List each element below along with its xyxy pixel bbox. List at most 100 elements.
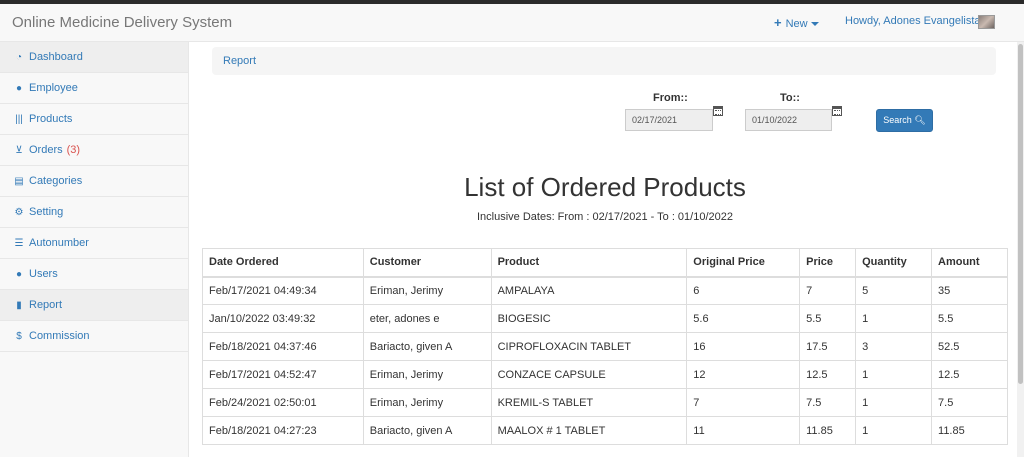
sidebar-item-label: Orders xyxy=(29,144,63,156)
table-row: Feb/18/2021 04:27:23 Bariacto, given A M… xyxy=(202,416,1008,445)
cell-customer: Eriman, Jerimy xyxy=(362,388,492,417)
col-price[interactable]: Price xyxy=(799,248,857,278)
search-button-label: Search xyxy=(883,115,912,125)
cell-product: KREMIL-S TABLET xyxy=(490,388,688,417)
cell-date: Feb/18/2021 04:37:46 xyxy=(202,332,364,361)
cell-amount: 35 xyxy=(931,276,1008,305)
cell-price: 12.5 xyxy=(799,360,857,389)
user-icon: ● xyxy=(15,268,23,280)
from-label: From:: xyxy=(653,92,688,104)
cell-price: 11.85 xyxy=(799,416,857,445)
cell-customer: Bariacto, given A xyxy=(362,332,492,361)
col-date-ordered[interactable]: Date Ordered xyxy=(202,248,364,278)
report-title: List of Ordered Products xyxy=(464,172,746,202)
cell-product: AMPALAYA xyxy=(490,276,688,305)
sidebar-item-users[interactable]: ● Users xyxy=(0,259,188,290)
cell-original-price: 11 xyxy=(686,416,801,445)
cell-date: Feb/24/2021 02:50:01 xyxy=(202,388,364,417)
report-subtitle: Inclusive Dates: From : 02/17/2021 - To … xyxy=(476,211,733,223)
cell-date: Feb/17/2021 04:49:34 xyxy=(202,276,364,305)
sidebar-item-label: Report xyxy=(29,299,63,311)
table-header-row: Date Ordered Customer Product Original P… xyxy=(202,248,1008,278)
sidebar: ◔ Dashboard ● Employee ||| Products ⊻ Orders… xyxy=(0,42,189,457)
sidebar-item-report[interactable]: ▮ Report xyxy=(0,290,188,321)
from-date-input[interactable]: 02/17/2021 xyxy=(625,109,713,131)
search-icon: 🔍︎ xyxy=(914,115,926,125)
col-original-price[interactable]: Original Price xyxy=(686,248,801,278)
cell-amount: 52.5 xyxy=(931,332,1008,361)
table-row: Jan/10/2022 03:49:32 eter, adones e BIOG… xyxy=(202,304,1008,333)
cell-customer: eter, adones e xyxy=(362,304,492,333)
cell-date: Feb/17/2021 04:52:47 xyxy=(202,360,364,389)
cell-customer: Eriman, Jerimy xyxy=(362,360,492,389)
sidebar-item-label: Dashboard xyxy=(29,51,83,63)
cell-original-price: 12 xyxy=(686,360,801,389)
cell-original-price: 16 xyxy=(686,332,801,361)
cell-quantity: 1 xyxy=(855,360,933,389)
cell-price: 7 xyxy=(799,276,857,305)
table-row: Feb/17/2021 04:49:34 Eriman, Jerimy AMPA… xyxy=(202,276,1008,305)
gears-icon: ⚙ xyxy=(14,206,24,218)
sidebar-item-autonumber[interactable]: ☰ Autonumber xyxy=(0,228,188,259)
new-dropdown[interactable]: + New xyxy=(774,15,819,30)
dollar-icon: $ xyxy=(16,330,22,342)
sidebar-item-categories[interactable]: ▤ Categories xyxy=(0,166,188,197)
calendar-icon[interactable] xyxy=(713,106,723,116)
col-customer[interactable]: Customer xyxy=(362,248,492,278)
sidebar-item-label: Employee xyxy=(29,82,78,94)
scrollbar-thumb[interactable] xyxy=(1018,44,1023,384)
page-scrollbar[interactable] xyxy=(1017,42,1024,457)
to-date-input[interactable]: 01/10/2022 xyxy=(745,109,832,131)
cell-product: BIOGESIC xyxy=(490,304,688,333)
users-icon: ● xyxy=(15,82,23,94)
col-quantity[interactable]: Quantity xyxy=(855,248,933,278)
table-row: Feb/18/2021 04:37:46 Bariacto, given A C… xyxy=(202,332,1008,361)
col-amount[interactable]: Amount xyxy=(931,248,1008,278)
cell-date: Jan/10/2022 03:49:32 xyxy=(202,304,364,333)
sidebar-item-label: Commission xyxy=(29,330,90,342)
sidebar-item-label: Setting xyxy=(29,206,64,218)
user-menu[interactable]: Howdy, Adones Evangelista xyxy=(845,15,981,27)
sidebar-item-employee[interactable]: ● Employee xyxy=(0,73,188,104)
cell-quantity: 1 xyxy=(855,388,933,417)
col-product[interactable]: Product xyxy=(490,248,688,278)
file-icon: ▮ xyxy=(16,299,22,311)
brand-title[interactable]: Online Medicine Delivery System xyxy=(12,14,232,31)
cell-customer: Bariacto, given A xyxy=(362,416,492,445)
cell-product: CIPROFLOXACIN TABLET xyxy=(490,332,688,361)
cell-amount: 7.5 xyxy=(931,388,1008,417)
cell-date: Feb/18/2021 04:27:23 xyxy=(202,416,364,445)
ordered-products-table: Date Ordered Customer Product Original P… xyxy=(202,248,1008,445)
cell-price: 17.5 xyxy=(799,332,857,361)
navbar: Online Medicine Delivery System + New How… xyxy=(0,4,1024,42)
avatar[interactable] xyxy=(978,15,995,29)
sidebar-item-orders[interactable]: ⊻ Orders (3) xyxy=(0,135,188,166)
to-label: To:: xyxy=(780,92,800,104)
breadcrumb-report-link[interactable]: Report xyxy=(223,55,256,67)
sidebar-item-label: Products xyxy=(29,113,73,125)
sidebar-item-setting[interactable]: ⚙ Setting xyxy=(0,197,188,228)
table-row: Feb/17/2021 04:52:47 Eriman, Jerimy CONZ… xyxy=(202,360,1008,389)
sidebar-item-products[interactable]: ||| Products xyxy=(0,104,188,135)
cell-original-price: 5.6 xyxy=(686,304,801,333)
search-button[interactable]: Search 🔍︎ xyxy=(876,109,933,132)
sidebar-item-label: Users xyxy=(29,268,58,280)
sidebar-item-label: Autonumber xyxy=(29,237,89,249)
cell-quantity: 1 xyxy=(855,416,933,445)
cell-product: MAALOX # 1 TABLET xyxy=(490,416,688,445)
main-content: Report From:: To:: 02/17/2021 01/10/2022… xyxy=(190,42,1020,457)
cell-amount: 5.5 xyxy=(931,304,1008,333)
cell-price: 5.5 xyxy=(799,304,857,333)
sidebar-item-commission[interactable]: $ Commission xyxy=(0,321,188,352)
cell-quantity: 1 xyxy=(855,304,933,333)
cell-original-price: 7 xyxy=(686,388,801,417)
cell-product: CONZACE CAPSULE xyxy=(490,360,688,389)
list-icon: ▤ xyxy=(14,175,24,187)
list-alt-icon: ☰ xyxy=(14,237,24,249)
sidebar-item-dashboard[interactable]: ◔ Dashboard xyxy=(0,42,188,73)
cell-price: 7.5 xyxy=(799,388,857,417)
breadcrumb: Report xyxy=(212,47,996,75)
dashboard-icon: ◔ xyxy=(15,51,23,63)
calendar-icon[interactable] xyxy=(832,106,842,116)
cell-customer: Eriman, Jerimy xyxy=(362,276,492,305)
